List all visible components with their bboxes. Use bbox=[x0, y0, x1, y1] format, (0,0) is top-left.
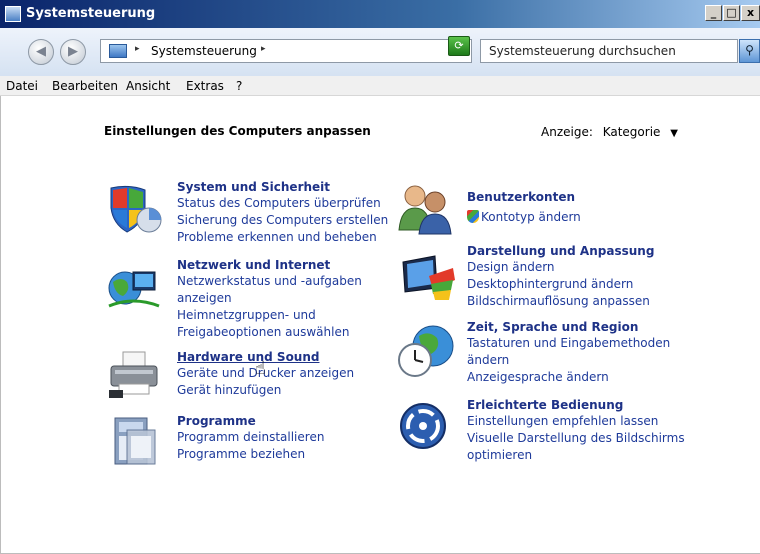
category-title[interactable]: Darstellung und Anpassung bbox=[467, 244, 654, 259]
link-keyboards-cont[interactable]: ändern bbox=[467, 352, 670, 369]
chevron-down-icon[interactable]: ▼ bbox=[670, 128, 678, 139]
search-placeholder: Systemsteuerung durchsuchen bbox=[489, 44, 676, 58]
breadcrumb-separator[interactable]: ▸ bbox=[135, 44, 140, 54]
link-add-device[interactable]: Gerät hinzufügen bbox=[177, 382, 354, 399]
menu-edit[interactable]: Bearbeiten bbox=[52, 79, 118, 93]
search-input[interactable]: Systemsteuerung durchsuchen bbox=[480, 39, 738, 63]
maximize-button[interactable]: □ bbox=[723, 5, 740, 21]
printer-icon[interactable] bbox=[105, 350, 163, 400]
link-troubleshoot[interactable]: Probleme erkennen und beheben bbox=[177, 229, 388, 246]
link-homegroup[interactable]: Heimnetzgruppen- und bbox=[177, 307, 362, 324]
category-title[interactable]: Erleichterte Bedienung bbox=[467, 398, 685, 413]
link-network-status-cont[interactable]: anzeigen bbox=[177, 290, 362, 307]
category-programs: Programme Programm deinstallieren Progra… bbox=[177, 414, 324, 463]
link-check-status[interactable]: Status des Computers überprüfen bbox=[177, 195, 388, 212]
users-icon[interactable] bbox=[397, 182, 455, 236]
network-globe-icon[interactable] bbox=[105, 262, 163, 314]
menu-view[interactable]: Ansicht bbox=[126, 79, 170, 93]
menu-bar: Datei Bearbeiten Ansicht Extras ? bbox=[0, 76, 760, 96]
control-panel-icon bbox=[5, 6, 21, 22]
display-icon[interactable] bbox=[399, 254, 457, 304]
menu-extras[interactable]: Extras bbox=[186, 79, 224, 93]
link-uninstall[interactable]: Programm deinstallieren bbox=[177, 429, 324, 446]
shield-icon[interactable] bbox=[105, 182, 163, 234]
category-ease-of-access: Erleichterte Bedienung Einstellungen emp… bbox=[467, 398, 685, 464]
link-optimize-display[interactable]: Visuelle Darstellung des Bildschirms bbox=[467, 430, 685, 447]
category-system-security: System und Sicherheit Status des Compute… bbox=[177, 180, 388, 246]
menu-help[interactable]: ? bbox=[236, 79, 242, 93]
menu-file[interactable]: Datei bbox=[6, 79, 38, 93]
link-adjust-resolution[interactable]: Bildschirmauflösung anpassen bbox=[467, 293, 654, 310]
link-change-account-type[interactable]: Kontotyp ändern bbox=[467, 209, 581, 226]
view-label: Anzeige: bbox=[541, 125, 593, 139]
category-title[interactable]: System und Sicherheit bbox=[177, 180, 388, 195]
forward-button[interactable]: ▶ bbox=[60, 39, 86, 65]
link-keyboards[interactable]: Tastaturen und Eingabemethoden bbox=[467, 335, 670, 352]
link-optimize-display-cont[interactable]: optimieren bbox=[467, 447, 685, 464]
link-homegroup-cont[interactable]: Freigabeoptionen auswählen bbox=[177, 324, 362, 341]
minimize-button[interactable]: _ bbox=[705, 5, 722, 21]
link-backup[interactable]: Sicherung des Computers erstellen bbox=[177, 212, 388, 229]
back-button[interactable]: ◀ bbox=[28, 39, 54, 65]
link-recommend-settings[interactable]: Einstellungen empfehlen lassen bbox=[467, 413, 685, 430]
category-title[interactable]: Netzwerk und Internet bbox=[177, 258, 362, 273]
category-appearance: Darstellung und Anpassung Design ändern … bbox=[467, 244, 654, 310]
uac-shield-icon bbox=[467, 210, 479, 223]
refresh-icon[interactable]: ⟳ bbox=[448, 36, 470, 56]
control-panel-icon bbox=[109, 44, 127, 58]
address-toolbar: ◀ ▶ ▸ Systemsteuerung ▸ ▼ ⟳ Systemsteuer… bbox=[0, 28, 760, 76]
link-network-status[interactable]: Netzwerkstatus und -aufgaben bbox=[177, 273, 362, 290]
category-user-accounts: Benutzerkonten Kontotyp ändern bbox=[467, 190, 581, 226]
category-title[interactable]: Programme bbox=[177, 414, 324, 429]
category-time-language-region: Zeit, Sprache und Region Tastaturen und … bbox=[467, 320, 670, 386]
accessibility-icon[interactable] bbox=[399, 402, 449, 452]
address-bar[interactable]: ▸ Systemsteuerung ▸ ▼ bbox=[100, 39, 472, 63]
category-title[interactable]: Benutzerkonten bbox=[467, 190, 581, 205]
view-selector[interactable]: Anzeige: Kategorie ▼ bbox=[541, 125, 678, 139]
category-network-internet: Netzwerk und Internet Netzwerkstatus und… bbox=[177, 258, 362, 341]
view-value[interactable]: Kategorie bbox=[603, 125, 661, 139]
search-icon[interactable]: ⚲ bbox=[739, 39, 760, 63]
link-label[interactable]: Kontotyp ändern bbox=[481, 210, 581, 224]
clock-globe-icon[interactable] bbox=[397, 322, 457, 380]
category-title[interactable]: Zeit, Sprache und Region bbox=[467, 320, 670, 335]
close-button[interactable]: x bbox=[741, 5, 760, 21]
title-bar: Systemsteuerung _ □ x bbox=[0, 0, 760, 28]
page-title: Einstellungen des Computers anpassen bbox=[104, 124, 371, 138]
link-display-language[interactable]: Anzeigesprache ändern bbox=[467, 369, 670, 386]
breadcrumb-separator-end[interactable]: ▸ bbox=[261, 44, 266, 54]
link-get-programs[interactable]: Programme beziehen bbox=[177, 446, 324, 463]
link-change-theme[interactable]: Design ändern bbox=[467, 259, 654, 276]
hand-cursor-icon: ☝ bbox=[255, 358, 266, 379]
programs-icon[interactable] bbox=[107, 414, 161, 470]
link-change-background[interactable]: Desktophintergrund ändern bbox=[467, 276, 654, 293]
window-title: Systemsteuerung bbox=[26, 6, 156, 21]
breadcrumb-control-panel[interactable]: Systemsteuerung bbox=[151, 44, 257, 58]
main-content: Einstellungen des Computers anpassen Anz… bbox=[0, 96, 760, 554]
